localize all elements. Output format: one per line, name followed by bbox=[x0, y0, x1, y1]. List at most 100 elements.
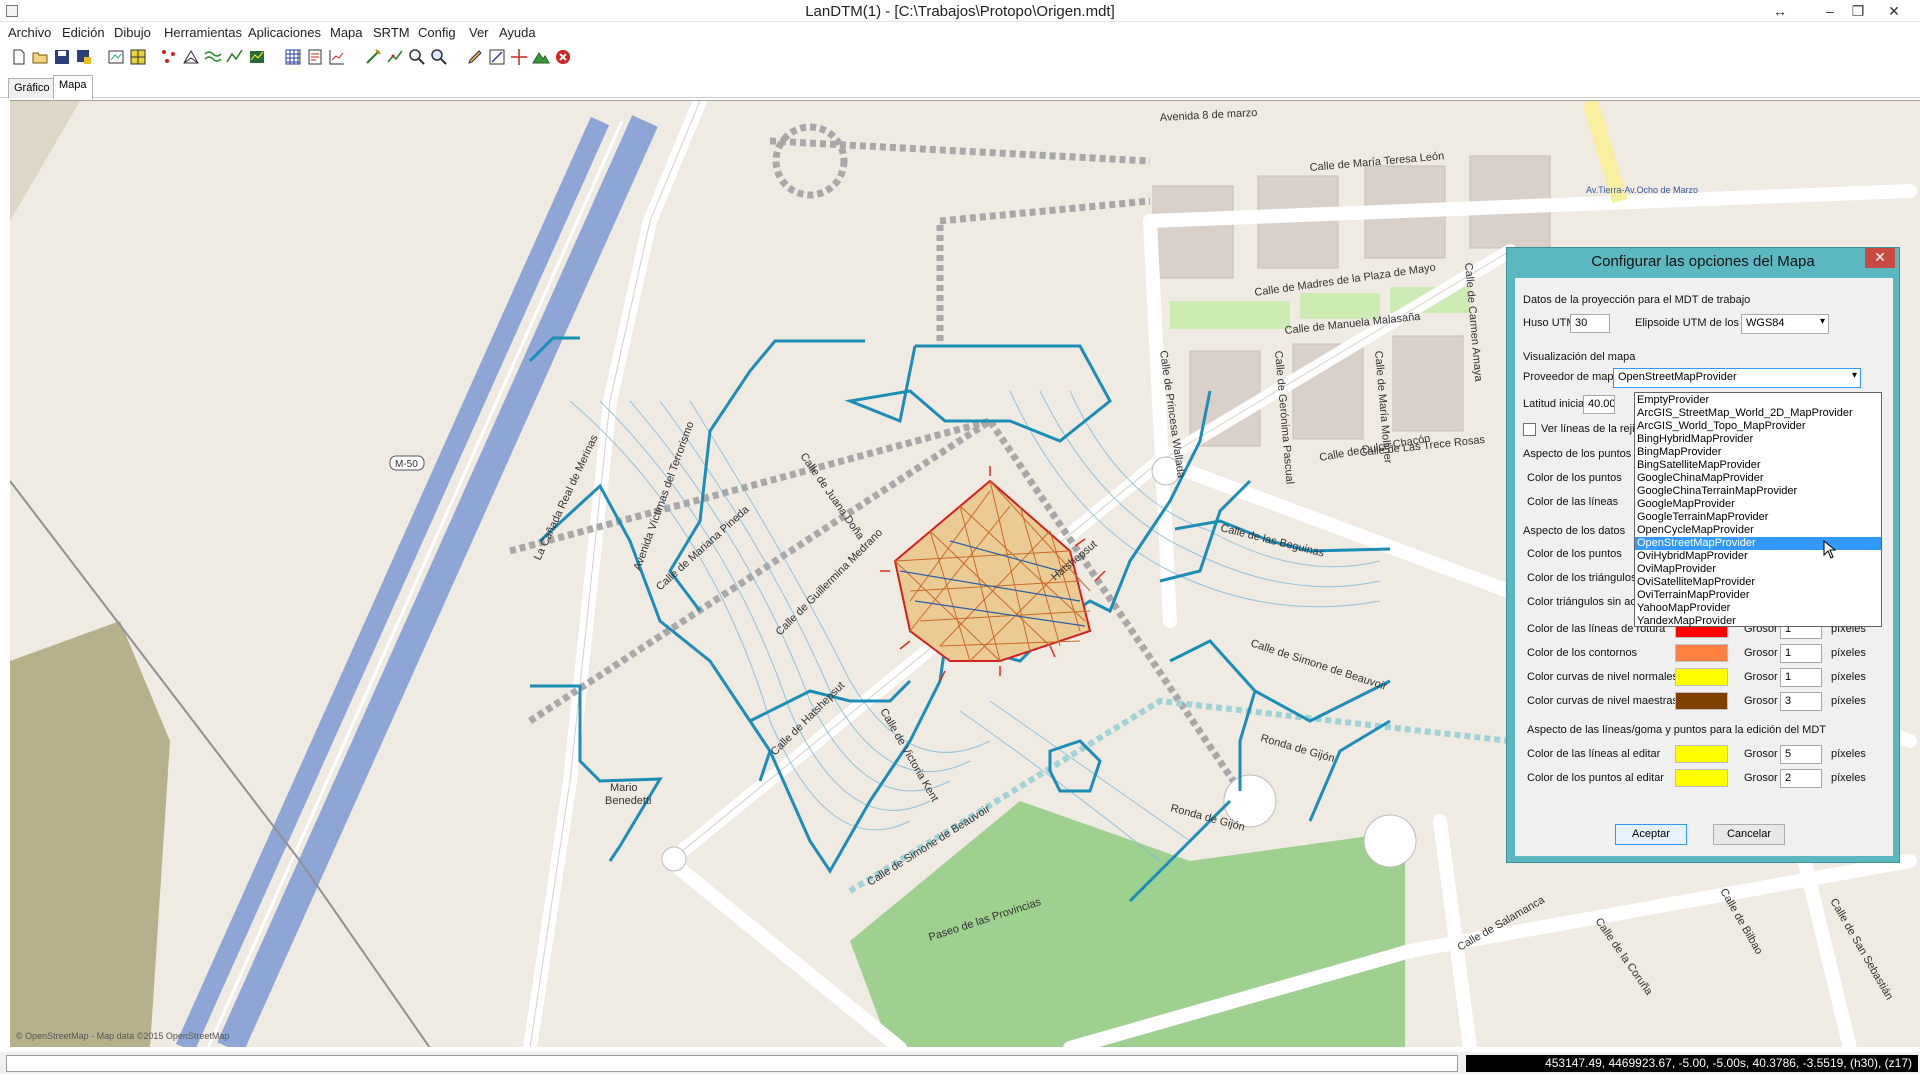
street-label: Calle de Victoria Kent bbox=[877, 707, 940, 804]
provider-option[interactable]: OviSatelliteMapProvider bbox=[1635, 576, 1881, 589]
menu-ayuda[interactable]: Ayuda bbox=[499, 25, 536, 40]
accept-button[interactable]: Aceptar bbox=[1615, 824, 1687, 845]
chart-icon[interactable] bbox=[328, 48, 346, 66]
provider-option[interactable]: GoogleMapProvider bbox=[1635, 498, 1881, 511]
close-button[interactable]: ✕ bbox=[1880, 1, 1908, 21]
report-icon[interactable] bbox=[306, 48, 324, 66]
measure-icon[interactable] bbox=[488, 48, 506, 66]
menu-aplicaciones[interactable]: Aplicaciones bbox=[248, 25, 321, 40]
contours-width-input[interactable]: 1 bbox=[1780, 644, 1822, 663]
provider-option[interactable]: GoogleChinaMapProvider bbox=[1635, 472, 1881, 485]
menu-dibujo[interactable]: Dibujo bbox=[114, 25, 151, 40]
tab-grafico[interactable]: Gráfico bbox=[8, 78, 56, 98]
mouse-cursor-icon bbox=[1823, 540, 1837, 559]
edit-group-label: Aspecto de las líneas/goma y puntos para… bbox=[1527, 724, 1826, 736]
view-extent-icon[interactable] bbox=[107, 48, 125, 66]
data-group-label: Aspecto de los datos bbox=[1523, 525, 1626, 537]
provider-option[interactable]: ArcGIS_World_Topo_MapProvider bbox=[1635, 420, 1881, 433]
points-icon[interactable] bbox=[160, 48, 178, 66]
provider-option[interactable]: YahooMapProvider bbox=[1635, 602, 1881, 615]
menu-srtm[interactable]: SRTM bbox=[373, 25, 410, 40]
provider-option[interactable]: GoogleChinaTerrainMapProvider bbox=[1635, 485, 1881, 498]
map-provider-dropdown-list[interactable]: EmptyProvider ArcGIS_StreetMap_World_2D_… bbox=[1634, 392, 1882, 627]
grid-lines-checkbox[interactable] bbox=[1523, 423, 1536, 436]
data-points-color-label: Color de los puntos bbox=[1527, 548, 1622, 560]
highway-shield: M-50 bbox=[395, 459, 418, 470]
save-icon[interactable] bbox=[53, 48, 71, 66]
provider-option[interactable]: YandexMapProvider bbox=[1635, 615, 1881, 628]
menu-archivo[interactable]: Archivo bbox=[8, 25, 51, 40]
edit-lines-width-input[interactable]: 5 bbox=[1780, 745, 1822, 764]
minimize-button[interactable]: – bbox=[1816, 1, 1844, 21]
zoom-icon[interactable] bbox=[408, 48, 426, 66]
profile-icon[interactable] bbox=[226, 48, 244, 66]
status-message bbox=[6, 1055, 1458, 1072]
tab-mapa[interactable]: Mapa bbox=[53, 75, 93, 99]
provider-option[interactable]: EmptyProvider bbox=[1635, 394, 1881, 407]
raster-icon[interactable] bbox=[129, 48, 147, 66]
menu-ver[interactable]: Ver bbox=[469, 25, 489, 40]
pixels-label: píxeles bbox=[1831, 647, 1866, 659]
restore-button[interactable]: ❐ bbox=[1844, 1, 1872, 21]
grosor-label: Grosor bbox=[1744, 772, 1778, 784]
latitude-input[interactable]: 40.00 bbox=[1583, 395, 1615, 414]
normal-contour-width-input[interactable]: 1 bbox=[1780, 668, 1822, 687]
map-attribution: © OpenStreetMap - Map data ©2015 OpenStr… bbox=[16, 1031, 230, 1041]
edit-icon[interactable] bbox=[466, 48, 484, 66]
surface-icon[interactable] bbox=[248, 48, 266, 66]
edit-points-color-swatch[interactable] bbox=[1675, 769, 1728, 787]
contours-icon[interactable] bbox=[204, 48, 222, 66]
provider-option[interactable]: OviHybridMapProvider bbox=[1635, 550, 1881, 563]
provider-option[interactable]: BingSatelliteMapProvider bbox=[1635, 459, 1881, 472]
menu-config[interactable]: Config bbox=[418, 25, 456, 40]
terrain-icon[interactable] bbox=[532, 48, 550, 66]
menu-edicion[interactable]: Edición bbox=[62, 25, 105, 40]
map-provider-select[interactable]: OpenStreetMapProvider ▾ bbox=[1613, 368, 1861, 388]
contours-color-swatch[interactable] bbox=[1675, 644, 1728, 662]
street-label: Benedetti bbox=[605, 795, 651, 807]
menu-mapa[interactable]: Mapa bbox=[330, 25, 363, 40]
title-bar: LanDTM(1) - [C:\Trabajos\Protopo\Origen.… bbox=[0, 0, 1920, 22]
street-label: Calle de Mariana Pineda bbox=[654, 503, 752, 593]
cancel-button[interactable]: Cancelar bbox=[1713, 824, 1785, 845]
provider-option[interactable]: OviMapProvider bbox=[1635, 563, 1881, 576]
draw-line-icon[interactable] bbox=[364, 48, 382, 66]
line-color-label: Color de las líneas bbox=[1527, 496, 1619, 508]
window-title: LanDTM(1) - [C:\Trabajos\Protopo\Origen.… bbox=[805, 3, 1115, 20]
break-line-icon[interactable] bbox=[386, 48, 404, 66]
provider-option[interactable]: BingMapProvider bbox=[1635, 446, 1881, 459]
bus-stop-label: Av.Tierra-Av.Ocho de Marzo bbox=[1586, 185, 1698, 195]
chevron-down-icon: ▾ bbox=[1851, 370, 1857, 381]
provider-option[interactable]: GoogleTerrainMapProvider bbox=[1635, 511, 1881, 524]
contours-color-label: Color de los contornos bbox=[1527, 647, 1638, 659]
street-label: Calle de Simone de Beauvoir bbox=[1249, 637, 1389, 693]
dialog-close-button[interactable]: ✕ bbox=[1865, 248, 1895, 268]
zoom-window-icon[interactable] bbox=[430, 48, 448, 66]
provider-option[interactable]: OpenCycleMapProvider bbox=[1635, 524, 1881, 537]
save-as-icon[interactable] bbox=[75, 48, 93, 66]
open-folder-icon[interactable] bbox=[31, 48, 49, 66]
edit-points-width-input[interactable]: 2 bbox=[1780, 769, 1822, 788]
resize-icon[interactable]: ↔ bbox=[1766, 1, 1794, 21]
grosor-label: Grosor bbox=[1744, 671, 1778, 683]
master-contour-width-input[interactable]: 3 bbox=[1780, 692, 1822, 711]
status-coordinates: 453147.49, 4469923.67, -5.00, -5.00s, 40… bbox=[1466, 1055, 1918, 1072]
grid-lines-label: Ver líneas de la rejil bbox=[1541, 423, 1637, 435]
triangles-icon[interactable] bbox=[182, 48, 200, 66]
master-contour-color-swatch[interactable] bbox=[1675, 692, 1728, 710]
grid-icon[interactable] bbox=[284, 48, 302, 66]
status-bar: 453147.49, 4469923.67, -5.00, -5.00s, 40… bbox=[0, 1052, 1920, 1074]
new-file-icon[interactable] bbox=[10, 48, 28, 66]
huso-utm-input[interactable]: 30 bbox=[1570, 314, 1610, 333]
normal-contour-color-swatch[interactable] bbox=[1675, 668, 1728, 686]
menu-herramientas[interactable]: Herramientas bbox=[164, 25, 242, 40]
edit-lines-color-swatch[interactable] bbox=[1675, 745, 1728, 763]
elipsoide-select[interactable]: WGS84 ▾ bbox=[1741, 314, 1829, 334]
provider-option-selected[interactable]: OpenStreetMapProvider bbox=[1635, 537, 1881, 550]
provider-option[interactable]: ArcGIS_StreetMap_World_2D_MapProvider bbox=[1635, 407, 1881, 420]
provider-option[interactable]: OviTerrainMapProvider bbox=[1635, 589, 1881, 602]
chevron-down-icon: ▾ bbox=[1819, 316, 1825, 327]
stop-icon[interactable] bbox=[554, 48, 572, 66]
crosshair-icon[interactable] bbox=[510, 48, 528, 66]
provider-option[interactable]: BingHybridMapProvider bbox=[1635, 433, 1881, 446]
